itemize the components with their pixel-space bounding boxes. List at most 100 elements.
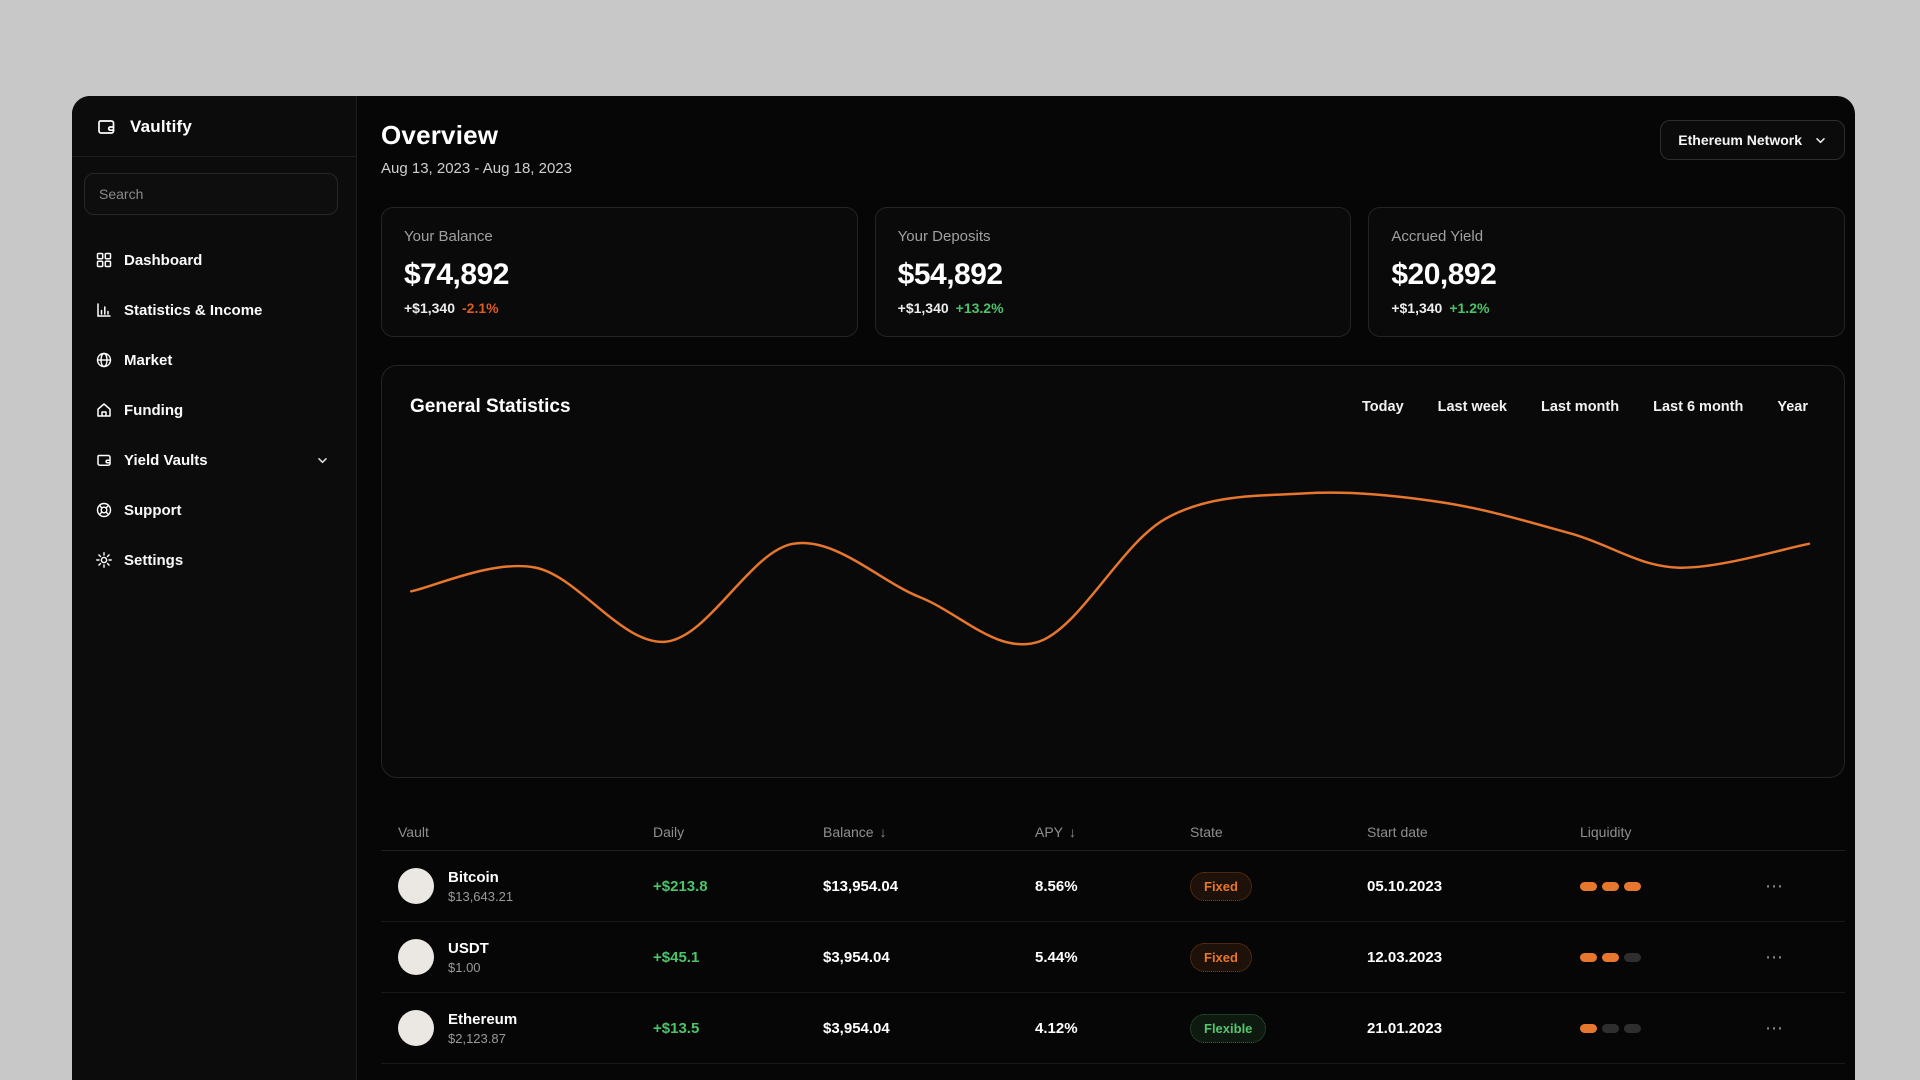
state-badge: Fixed [1190, 942, 1252, 972]
network-selector-button[interactable]: Ethereum Network [1660, 120, 1845, 160]
stat-percent: +1.2% [1449, 300, 1490, 316]
sort-desc-icon: ↓ [879, 823, 887, 840]
coin-name: USDT [448, 939, 489, 957]
liquidity-indicator [1580, 1023, 1765, 1033]
vaults-table: Vault Daily Balance ↓ APY ↓ State Start da… [381, 813, 1845, 1080]
logo: Vaultify [72, 96, 356, 157]
sidebar-item-dashboard[interactable]: Dashboard [94, 235, 346, 285]
stat-value: $20,892 [1391, 258, 1497, 291]
coin-avatar [398, 868, 434, 904]
coin-avatar [398, 939, 434, 975]
support-lifebuoy-icon [94, 501, 113, 520]
balance-value: $3,954.04 [823, 948, 890, 966]
filter-last-month[interactable]: Last month [1541, 399, 1619, 415]
balance-value: $13,954.04 [823, 877, 899, 895]
stat-value: $54,892 [897, 258, 1003, 291]
stat-card-balance: Your Balance $74,892 +$1,340 -2.1% [381, 207, 858, 337]
stat-label: Accrued Yield [1391, 228, 1484, 245]
sidebar-item-label: Yield Vaults [124, 451, 208, 469]
settings-gear-icon [94, 551, 113, 570]
liquidity-indicator [1580, 881, 1765, 891]
vaults-wallet-icon [94, 451, 113, 470]
liquidity-indicator [1580, 952, 1765, 962]
coin-name: Ethereum [448, 1010, 518, 1028]
stat-value: $74,892 [404, 258, 509, 291]
main-content: Overview Aug 13, 2023 - Aug 18, 2023 Eth… [357, 96, 1855, 1080]
row-menu-icon[interactable]: ⋯ [1765, 877, 1845, 895]
table-row-bitcoin[interactable]: Bitcoin $13,643.21 +$213.8 $13,954.04 8.… [381, 851, 1845, 922]
start-date-value: 21.01.2023 [1367, 1019, 1443, 1037]
stat-card-deposits: Your Deposits $54,892 +$1,340 +13.2% [874, 207, 1352, 337]
stat-label: Your Balance [404, 228, 493, 245]
network-selector-label: Ethereum Network [1678, 132, 1802, 148]
filter-last-week[interactable]: Last week [1438, 399, 1507, 415]
coin-price: $2,123.87 [448, 1030, 506, 1046]
coin-avatar [398, 1010, 434, 1046]
sidebar-item-funding[interactable]: Funding [94, 385, 346, 435]
column-header-balance[interactable]: Balance ↓ [823, 824, 1035, 840]
page-header: Overview Aug 13, 2023 - Aug 18, 2023 Eth… [381, 120, 1845, 177]
row-menu-icon[interactable]: ⋯ [1765, 948, 1845, 966]
daily-change: +$213.8 [653, 877, 708, 895]
stat-card-yield: Accrued Yield $20,892 +$1,340 +1.2% [1368, 207, 1846, 337]
coin-name: Bitcoin [448, 868, 499, 886]
sidebar-item-label: Market [124, 351, 173, 369]
sidebar: Vaultify Dashboard [72, 96, 357, 1080]
sidebar-item-statistics[interactable]: Statistics & Income [94, 285, 346, 335]
filter-year[interactable]: Year [1777, 399, 1808, 415]
sidebar-item-label: Settings [124, 551, 184, 569]
coin-price: $13,643.21 [448, 888, 514, 904]
sort-desc-icon: ↓ [1069, 823, 1077, 840]
daily-change: +$45.1 [653, 948, 700, 966]
chevron-down-icon [1814, 134, 1827, 147]
sidebar-item-settings[interactable]: Settings [94, 535, 346, 585]
wallet-logo-icon [96, 116, 118, 138]
date-range: Aug 13, 2023 - Aug 18, 2023 [381, 160, 572, 177]
stat-change: +$1,340 [404, 300, 455, 316]
column-header-state[interactable]: State [1190, 824, 1367, 840]
sidebar-item-market[interactable]: Market [94, 335, 346, 385]
stat-change: +$1,340 [897, 300, 949, 316]
table-row-usdt[interactable]: USDT $1.00 +$45.1 $3,954.04 5.44% Fixed … [381, 922, 1845, 993]
sidebar-item-label: Funding [124, 401, 184, 419]
column-header-liquidity[interactable]: Liquidity [1580, 824, 1765, 840]
row-menu-icon[interactable]: ⋯ [1765, 1019, 1845, 1037]
chart-title: General Statistics [410, 396, 571, 417]
stats-row: Your Balance $74,892 +$1,340 -2.1% Your … [381, 207, 1846, 337]
line-chart [410, 491, 1811, 646]
filter-today[interactable]: Today [1362, 399, 1404, 415]
column-header-start-date[interactable]: Start date [1367, 824, 1580, 840]
search-input[interactable] [84, 173, 338, 215]
market-globe-icon [94, 351, 113, 370]
dashboard-icon [94, 251, 113, 270]
start-date-value: 05.10.2023 [1367, 877, 1443, 895]
apy-value: 4.12% [1035, 1019, 1078, 1037]
sidebar-nav: Dashboard Statistics & Income Market Fun… [72, 225, 356, 585]
start-date-value: 12.03.2023 [1367, 948, 1443, 966]
column-header-apy[interactable]: APY ↓ [1035, 824, 1190, 840]
daily-change: +$13.5 [653, 1019, 700, 1037]
general-statistics-card: General Statistics Today Last week Last … [381, 365, 1845, 778]
sidebar-item-support[interactable]: Support [94, 485, 346, 535]
apy-value: 5.44% [1035, 948, 1078, 966]
sidebar-item-label: Statistics & Income [124, 301, 263, 319]
sidebar-item-label: Dashboard [124, 251, 203, 269]
table-header-row: Vault Daily Balance ↓ APY ↓ State Start da… [381, 813, 1845, 851]
column-header-daily[interactable]: Daily [653, 824, 823, 840]
sidebar-item-label: Support [124, 501, 182, 519]
balance-value: $3,954.04 [823, 1019, 890, 1037]
stat-change: +$1,340 [1391, 300, 1443, 316]
coin-price: $1.00 [448, 959, 481, 975]
table-row-ethereum[interactable]: Ethereum $2,123.87 +$13.5 $3,954.04 4.12… [381, 993, 1845, 1064]
sidebar-item-yield-vaults[interactable]: Yield Vaults [94, 435, 346, 485]
stat-percent: -2.1% [462, 300, 499, 316]
filter-last-6-month[interactable]: Last 6 month [1653, 399, 1743, 415]
funding-home-icon [94, 401, 113, 420]
app-title: Vaultify [130, 117, 193, 136]
chart-time-filters: Today Last week Last month Last 6 month … [1362, 399, 1808, 415]
state-badge: Fixed [1190, 871, 1252, 901]
chevron-down-icon[interactable] [313, 451, 332, 470]
page-title: Overview [381, 120, 499, 150]
statistics-icon [94, 301, 113, 320]
column-header-vault[interactable]: Vault [398, 824, 653, 840]
